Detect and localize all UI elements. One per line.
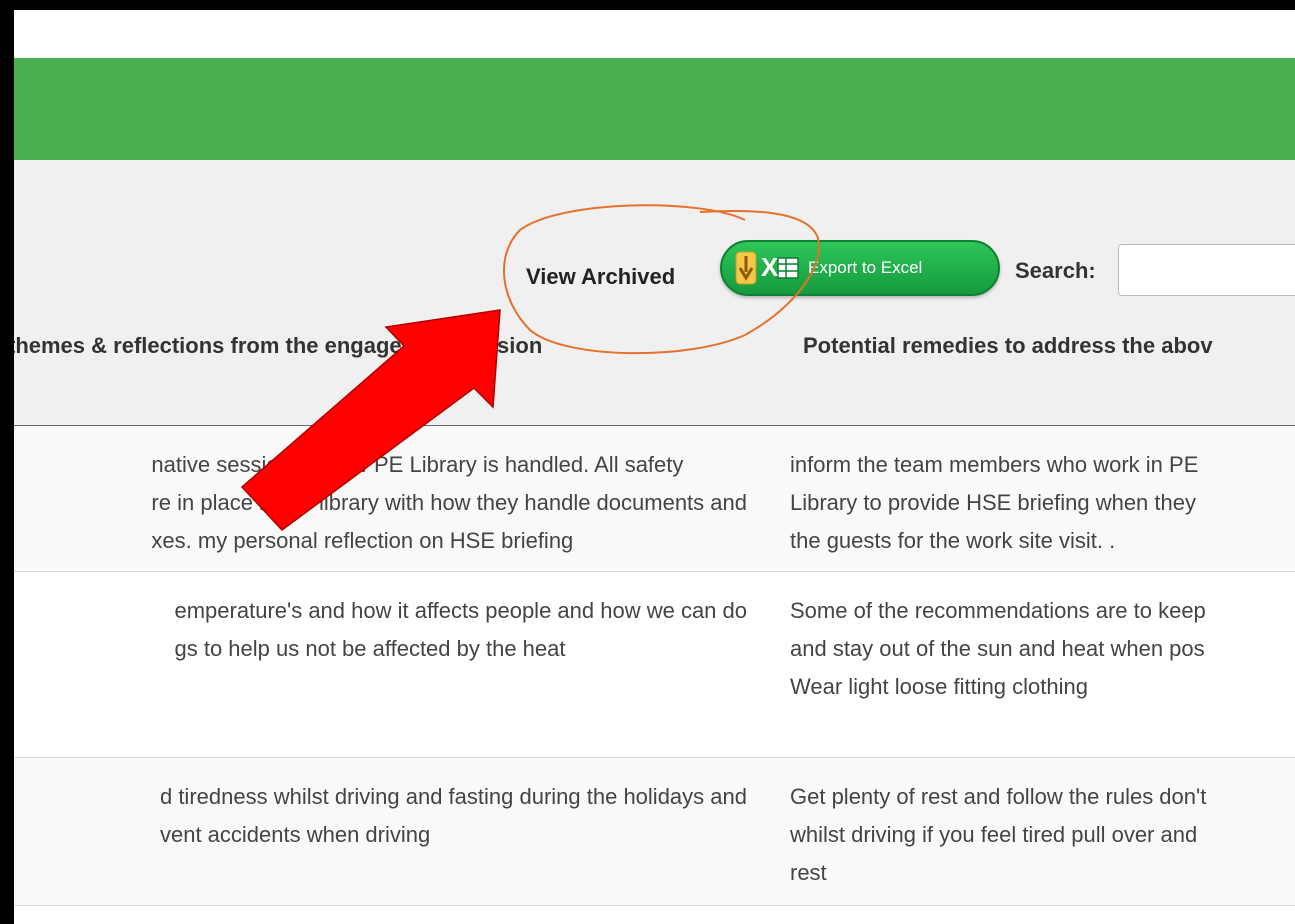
export-button-label: Export to Excel — [808, 258, 923, 277]
view-archived-link[interactable]: View Archived — [526, 264, 675, 290]
table-toolbar — [14, 160, 1295, 426]
search-label: Search: — [1015, 258, 1096, 283]
app-frame: View Archived X Export to Excel Search: … — [14, 10, 1295, 924]
table-cell-themes: d tiredness whilst driving and fasting d… — [159, 784, 747, 847]
column-header-themes[interactable]: themes & reflections from the engagement… — [14, 333, 542, 359]
export-to-excel-button[interactable]: X Export to Excel — [720, 240, 1000, 296]
header-bar — [14, 58, 1295, 160]
table-row: native session on how PE Library is hand… — [14, 426, 1295, 572]
table-row: d tiredness whilst driving and fasting d… — [14, 758, 1295, 906]
excel-export-icon: X — [732, 248, 802, 288]
table-cell-remedies: Some of the recommendations are to keep … — [790, 598, 1206, 699]
table-cell-themes: emperature's and how it affects people a… — [174, 598, 748, 661]
excel-x-letter: X — [761, 252, 779, 282]
table-cell-remedies: inform the team members who work in PE L… — [790, 452, 1199, 553]
table-cell-themes: native session on how PE Library is hand… — [151, 452, 747, 553]
table-row: emperature's and how it affects people a… — [14, 572, 1295, 758]
column-header-remedies[interactable]: Potential remedies to address the abov — [803, 333, 1213, 359]
table-cell-remedies: Get plenty of rest and follow the rules … — [790, 784, 1207, 885]
search-input[interactable] — [1118, 244, 1295, 296]
